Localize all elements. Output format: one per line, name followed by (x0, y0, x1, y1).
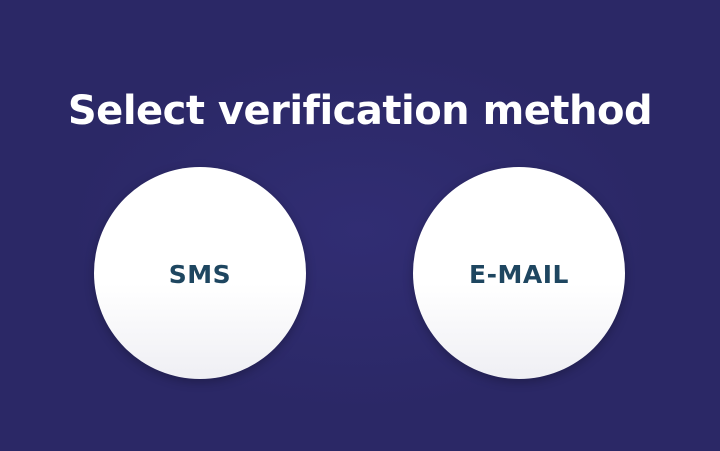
email-option-button[interactable]: E-MAIL (413, 167, 625, 379)
sms-option-label: SMS (168, 260, 232, 289)
page-title: Select verification method (67, 88, 653, 134)
email-option-label: E-MAIL (469, 260, 569, 289)
sms-option-button[interactable]: SMS (94, 167, 306, 379)
